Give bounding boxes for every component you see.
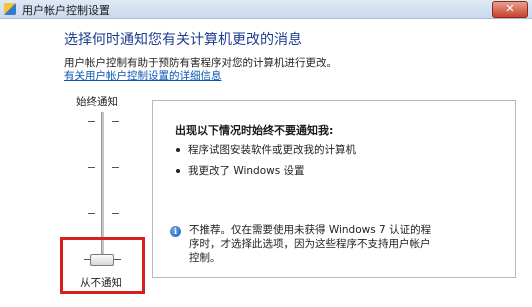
page-heading: 选择何时通知您有关计算机更改的消息 xyxy=(64,32,302,48)
slider-tick xyxy=(112,213,119,214)
slider-tick xyxy=(88,121,95,122)
slider-tick xyxy=(88,213,95,214)
panel-note-line: 序时，才选择此选项，因为这些程序不支持用户帐户 xyxy=(189,238,431,250)
panel-note-line: 不推荐。仅在需要使用未获得 Windows 7 认证的程 xyxy=(189,224,432,236)
panel-bullet: 程序试图安装软件或更改我的计算机 xyxy=(188,144,356,156)
close-button[interactable]: ✕ xyxy=(492,1,528,18)
slider-tick xyxy=(112,167,119,168)
slider-tick xyxy=(88,167,95,168)
highlight-box xyxy=(60,237,145,294)
title-bar: 用户帐户控制设置 ✕ xyxy=(0,0,532,19)
info-icon: i xyxy=(170,226,181,237)
window-title: 用户帐户控制设置 xyxy=(22,4,110,17)
uac-details-link[interactable]: 有关用户帐户控制设置的详细信息 xyxy=(64,68,222,83)
slider-top-label: 始终通知 xyxy=(76,96,118,108)
bullet-dot xyxy=(176,148,180,152)
panel-title: 出现以下情况时始终不要通知我: xyxy=(175,124,334,137)
shield-icon xyxy=(4,3,16,15)
panel-bullet: 我更改了 Windows 设置 xyxy=(188,165,305,177)
slider-tick xyxy=(112,121,119,122)
panel-note-line: 控制。 xyxy=(189,252,221,264)
bullet-dot xyxy=(176,169,180,173)
